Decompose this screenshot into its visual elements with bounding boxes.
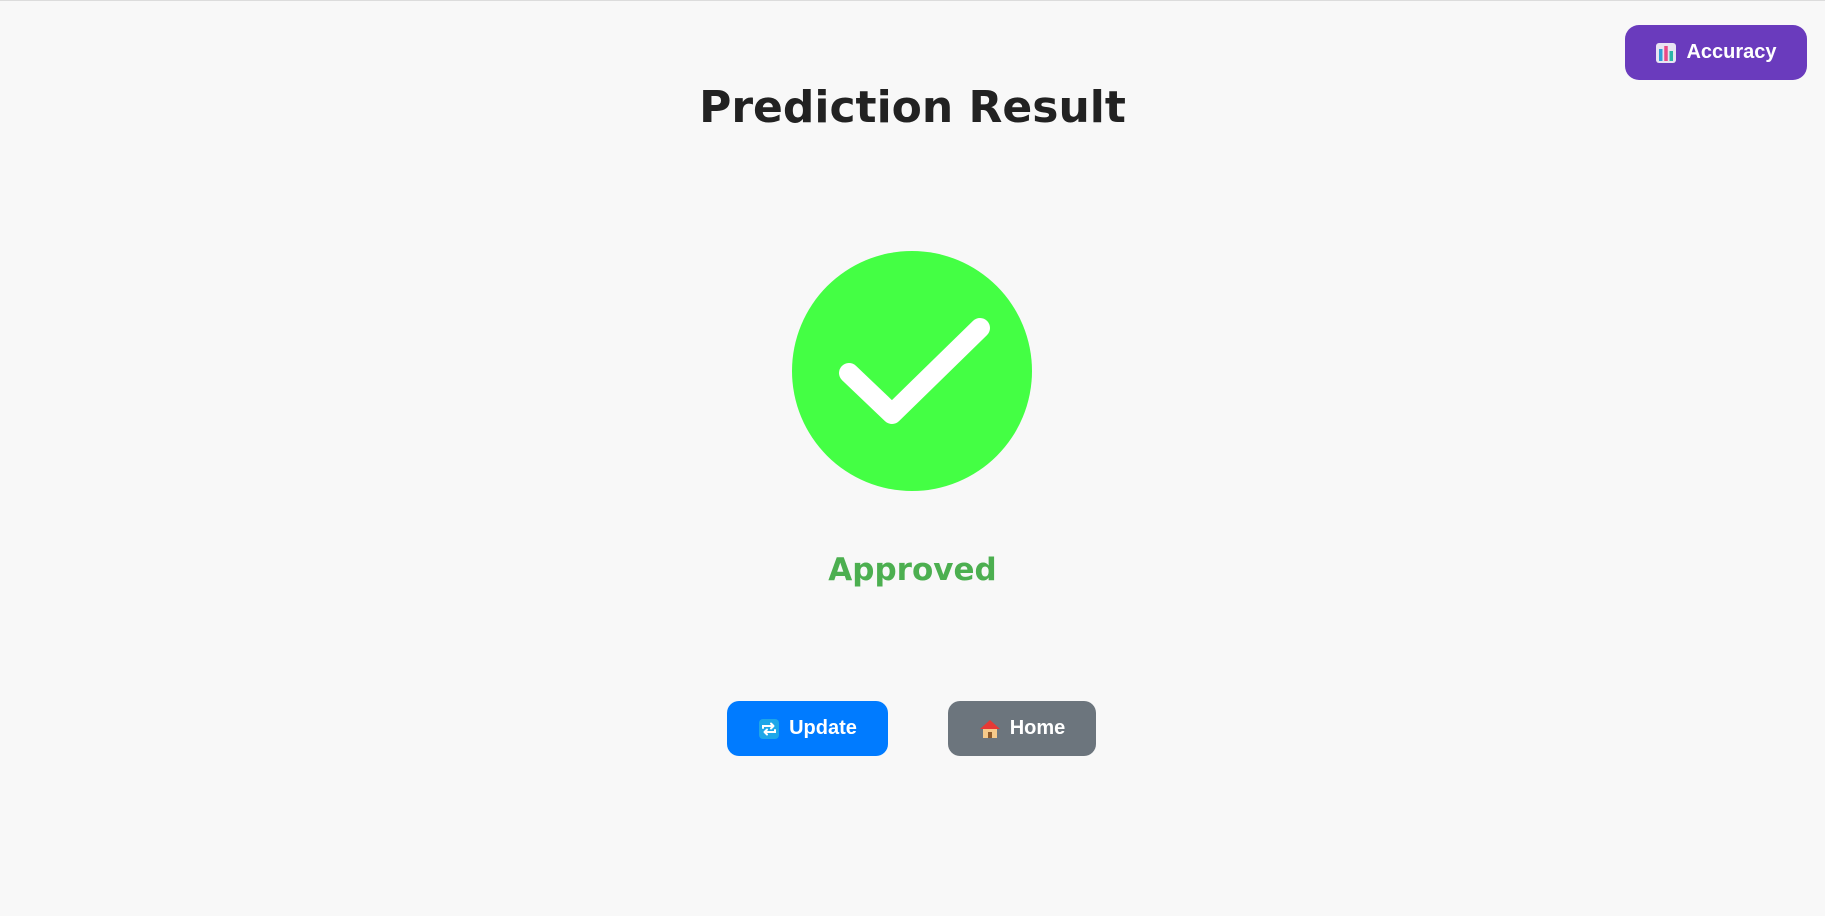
repeat-icon (758, 718, 780, 740)
update-button[interactable]: Update (727, 701, 888, 756)
home-button[interactable]: Home (948, 701, 1096, 756)
status-text: Approved (828, 552, 997, 588)
house-icon (979, 718, 1001, 740)
check-circle-icon (792, 251, 1032, 491)
accuracy-button-label: Accuracy (1686, 41, 1777, 63)
accuracy-button[interactable]: Accuracy (1625, 25, 1807, 80)
bar-chart-icon (1655, 42, 1677, 64)
top-border (0, 0, 1825, 1)
page-title: Prediction Result (699, 82, 1126, 133)
home-button-label: Home (1009, 717, 1066, 739)
update-button-label: Update (789, 717, 857, 739)
